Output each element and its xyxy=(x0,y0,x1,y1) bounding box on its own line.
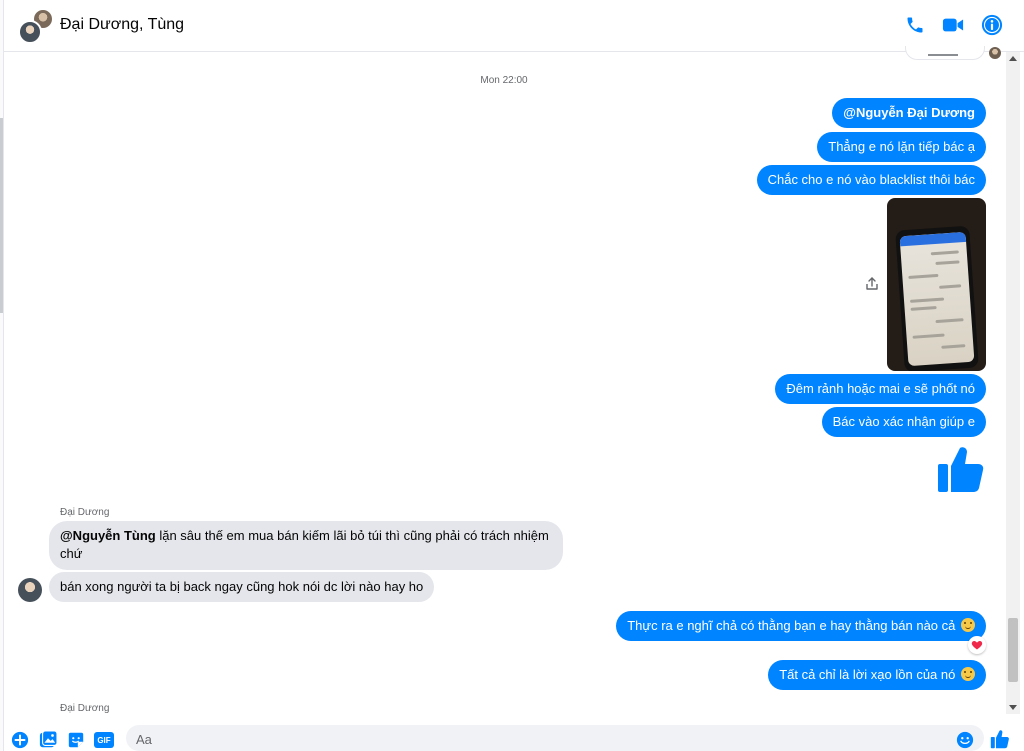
message-text: chứ xyxy=(60,546,83,561)
scrollbar-thumb[interactable] xyxy=(1008,618,1018,682)
left-panel-edge xyxy=(0,0,4,751)
message-scrollbar[interactable] xyxy=(1006,52,1020,714)
outgoing-message[interactable]: Thẳng e nó lặn tiếp bác ạ xyxy=(817,132,986,162)
scroll-up-arrow-icon[interactable] xyxy=(1009,56,1017,61)
message-text: Thực ra e nghĩ chả có thằng bạn e hay th… xyxy=(627,618,956,633)
gif-label: GIF xyxy=(97,735,111,745)
mention-tag[interactable]: @Nguyễn Tùng xyxy=(60,528,156,543)
phone-screen-line xyxy=(935,318,964,324)
group-avatar[interactable] xyxy=(18,8,54,44)
info-icon xyxy=(981,14,1003,36)
incoming-message[interactable]: @Nguyễn Tùng lặn sâu thế em mua bán kiếm… xyxy=(49,521,563,570)
left-panel-mark xyxy=(0,118,3,313)
phone-screen-line xyxy=(910,306,937,311)
phone-screen xyxy=(899,231,975,367)
outgoing-message[interactable]: Chắc cho e nó vào blacklist thôi bác xyxy=(756,165,986,195)
sender-avatar[interactable] xyxy=(18,578,42,602)
scroll-down-arrow-icon[interactable] xyxy=(1009,705,1017,710)
outgoing-message[interactable]: Thực ra e nghĩ chả có thằng bạn e hay th… xyxy=(616,611,986,641)
message-timestamp: Mon 22:00 xyxy=(480,75,528,86)
phone-screen-line xyxy=(935,260,960,266)
outgoing-message[interactable]: Tất cả chỉ là lời xạo lồn của nó xyxy=(768,660,986,690)
smile-emoji-icon xyxy=(961,618,975,632)
message-text: lặn sâu thế em mua bán kiếm lãi bỏ túi t… xyxy=(155,528,549,543)
smile-emoji-icon xyxy=(961,667,975,681)
previous-message-line xyxy=(928,54,958,56)
like-icon[interactable] xyxy=(990,729,1010,749)
plus-icon[interactable] xyxy=(11,731,29,749)
message-text: Tất cả chỉ là lời xạo lồn của nó xyxy=(779,667,956,682)
phone-screen-line xyxy=(912,333,945,339)
phone-screen-line xyxy=(908,273,939,279)
incoming-message[interactable]: bán xong người ta bị back ngay cũng hok … xyxy=(49,572,435,602)
message-composer: GIF Aa xyxy=(4,722,1024,751)
phone-screen-line xyxy=(930,250,959,256)
sender-name: Đại Dương xyxy=(60,703,110,714)
sticker-icon[interactable] xyxy=(67,731,85,749)
phone-screen-line xyxy=(939,284,962,289)
phone-screen-bar xyxy=(899,231,967,247)
phone-icon xyxy=(907,17,923,33)
gif-button[interactable]: GIF xyxy=(94,732,114,748)
mention-tag[interactable]: @Nguyễn Đại Dương xyxy=(843,105,975,120)
heart-icon xyxy=(971,641,983,650)
emoji-icon[interactable] xyxy=(956,731,974,749)
photo-attachment[interactable] xyxy=(887,198,986,371)
heart-reaction[interactable] xyxy=(968,636,986,654)
voice-call-button[interactable] xyxy=(902,12,928,38)
image-icon[interactable] xyxy=(39,731,57,749)
phone-screen-line xyxy=(909,297,945,303)
conversation-title[interactable]: Đại Dương, Tùng xyxy=(60,16,184,34)
outgoing-message[interactable]: @Nguyễn Đại Dương xyxy=(832,98,986,128)
avatar-tung xyxy=(18,20,42,44)
message-input-placeholder: Aa xyxy=(136,732,152,747)
conversation-header: Đại Dương, Tùng xyxy=(4,0,1024,52)
phone-in-photo xyxy=(895,225,979,371)
outgoing-message[interactable]: Đêm rảnh hoặc mai e sẽ phốt nó xyxy=(775,374,986,404)
outgoing-message[interactable]: Bác vào xác nhận giúp e xyxy=(821,407,986,437)
video-call-button[interactable] xyxy=(940,12,966,38)
seen-avatar xyxy=(989,47,1001,59)
message-input[interactable]: Aa xyxy=(126,725,984,751)
conversation-info-button[interactable] xyxy=(979,12,1005,38)
video-icon xyxy=(942,18,964,32)
phone-screen-line xyxy=(941,344,966,349)
previous-message-partial xyxy=(905,46,985,60)
thumbs-up-icon[interactable] xyxy=(936,444,986,494)
sender-name: Đại Dương xyxy=(60,507,110,518)
share-icon[interactable] xyxy=(864,276,880,292)
messenger-window: Đại Dương, Tùng Mon 22:00 @Nguyễn Đại Dư… xyxy=(0,0,1024,751)
